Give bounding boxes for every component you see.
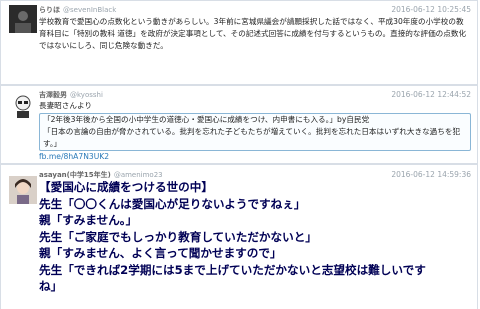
quote-line: 「2年後3年後から全国の小中学生の道徳心・愛国心に成績をつけ、内申書にも入る。」… — [43, 115, 370, 124]
tweet-text: 長妻昭さんより 「2年後3年後から全国の小中学生の道徳心・愛国心に成績をつけ、内… — [39, 100, 471, 163]
avatar-image-icon — [9, 92, 37, 120]
tweet-line: ね」 — [39, 279, 63, 293]
user-handle[interactable]: @amenimo23 — [114, 171, 163, 179]
user-name[interactable]: 吉澤毅男 — [39, 91, 67, 99]
quote-block: 「2年後3年後から全国の小中学生の道徳心・愛国心に成績をつけ、内申書にも入る。」… — [39, 113, 471, 151]
tweet-intro: 長妻昭さんより — [39, 101, 93, 110]
tweet-header: らりほ @sevenInBlack 2016-06-12 10:25:45 — [39, 4, 471, 16]
tweet-line: 先生「できれば2学期には5まで上げていただかないと志望校は難しいです — [39, 262, 426, 277]
tweet-line: 親「すみません、よく言って聞かせますので」 — [39, 246, 282, 260]
avatar[interactable] — [9, 5, 37, 33]
tweet-2: 吉澤毅男 @kyosshi 2016-06-12 12:44:52 長妻昭さんより… — [0, 85, 478, 164]
avatar[interactable] — [9, 176, 37, 204]
tweet-line: 【愛国心に成績をつける世の中】 — [39, 180, 213, 194]
tweet-text: 【愛国心に成績をつける世の中】 先生「〇〇くんは愛国心が足りないようですねぇ」 … — [39, 179, 473, 295]
avatar-image-icon — [9, 5, 37, 33]
user-name[interactable]: asayan(中学15年生) — [39, 171, 111, 179]
tweet-line: 先生「ご家庭でもしっかり教育していただかないと」 — [39, 229, 317, 244]
user-name[interactable]: らりほ — [39, 6, 60, 14]
tweet-3: asayan(中学15年生) @amenimo23 2016-06-12 14:5… — [0, 164, 478, 309]
tweet-link[interactable]: fb.me/8hA7N3UK2 — [39, 151, 471, 163]
user-handle[interactable]: @sevenInBlack — [63, 6, 116, 14]
avatar[interactable] — [9, 92, 37, 120]
quote-line: 「日本の言論の自由が脅かされている。批判を忘れた子どもたちが増えていく。批判を忘… — [43, 127, 461, 148]
tweet-line: 親「すみません。」 — [39, 213, 138, 227]
user-handle[interactable]: @kyosshi — [70, 91, 103, 99]
tweet-line: 先生「〇〇くんは愛国心が足りないようですねぇ」 — [39, 196, 306, 211]
tweet-text: 学校教育で愛国心の点数化という動きがあらしい。3年前に宮城県議会が請願採択した話… — [39, 17, 467, 50]
timestamp[interactable]: 2016-06-12 10:25:45 — [391, 4, 471, 16]
avatar-image-icon — [9, 176, 37, 204]
tweet-1: らりほ @sevenInBlack 2016-06-12 10:25:45 学校教… — [0, 0, 478, 85]
